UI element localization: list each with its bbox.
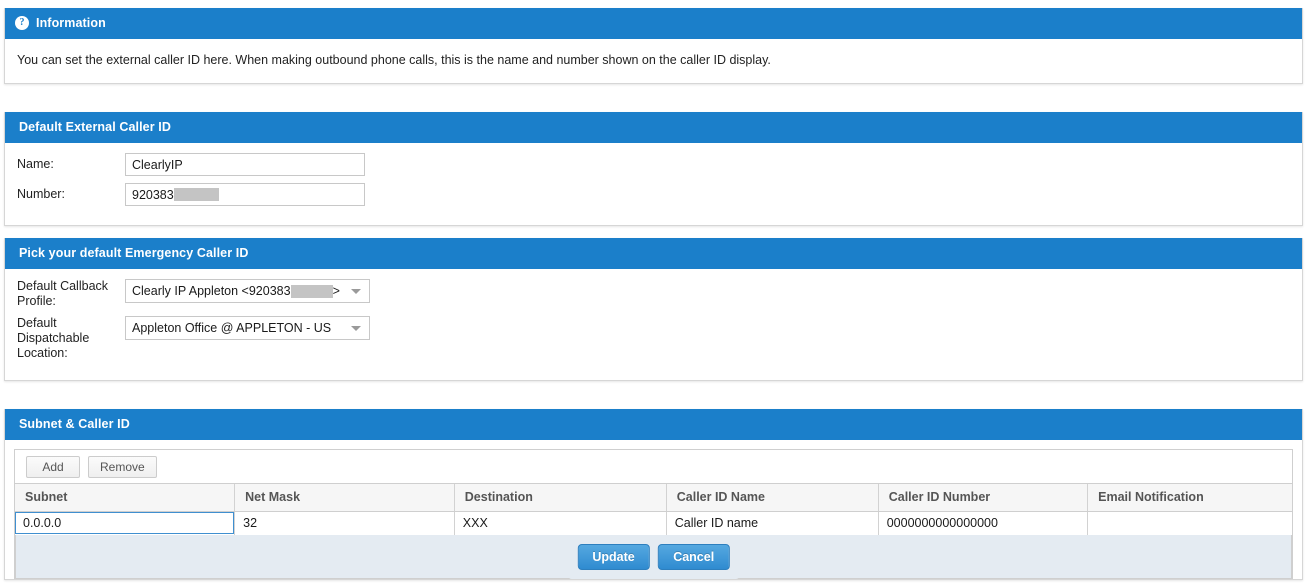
cell-net-mask <box>234 511 455 535</box>
default-external-caller-id-title: Default External Caller ID <box>19 120 171 135</box>
cell-subnet <box>15 511 236 535</box>
email-notification-input[interactable] <box>1088 512 1292 535</box>
number-label: Number: <box>17 187 65 201</box>
caller-id-number-input[interactable]: 920383 <box>125 183 365 206</box>
destination-input[interactable] <box>454 512 666 535</box>
row-caller-id-name-input[interactable] <box>666 512 878 535</box>
dispatchable-location-row: Default Dispatchable Location: Appleton … <box>17 316 1290 361</box>
add-button[interactable]: Add <box>26 455 80 478</box>
cell-email-notification <box>1087 511 1292 535</box>
dispatchable-location-select[interactable]: Appleton Office @ APPLETON - US <box>125 316 370 340</box>
column-header-destination: Destination <box>454 484 667 512</box>
subnet-table-wrapper: Add Remove Subnet Net Mask Destination C… <box>14 449 1293 579</box>
default-external-caller-id-header: Default External Caller ID <box>5 112 1302 143</box>
default-external-caller-id-panel: Default External Caller ID Name: Number:… <box>4 112 1303 226</box>
information-panel-body: You can set the external caller ID here.… <box>5 39 1302 83</box>
chevron-down-icon <box>351 288 361 294</box>
emergency-caller-id-body: Default Callback Profile: Clearly IP App… <box>5 269 1302 380</box>
column-header-email-notification: Email Notification <box>1087 484 1292 512</box>
cell-caller-id-name <box>666 511 879 535</box>
form-action-dock: Update Cancel <box>567 535 740 579</box>
subnet-caller-id-title: Subnet & Caller ID <box>19 417 130 432</box>
subnet-table-toolbar: Add Remove <box>15 450 1292 484</box>
question-mark-icon: ? <box>15 15 29 30</box>
caller-id-name-input[interactable] <box>125 153 365 176</box>
cell-caller-id-number <box>878 511 1089 535</box>
column-header-subnet: Subnet <box>15 484 236 512</box>
subnet-caller-id-body: Add Remove Subnet Net Mask Destination C… <box>5 440 1302 579</box>
number-row: Number: 920383 <box>17 183 1290 206</box>
callback-profile-value-suffix: > <box>332 284 340 298</box>
column-header-net-mask: Net Mask <box>234 484 455 512</box>
subnet-caller-id-header: Subnet & Caller ID <box>5 409 1302 440</box>
subnet-table-footer: Update Cancel <box>15 535 1292 579</box>
cell-destination <box>454 511 667 535</box>
table-row <box>15 511 1292 535</box>
default-external-caller-id-body: Name: Number: 920383 <box>5 143 1302 225</box>
redaction-block <box>290 284 333 298</box>
dispatchable-location-label: Default Dispatchable Location: <box>17 316 90 360</box>
emergency-caller-id-title: Pick your default Emergency Caller ID <box>19 246 249 261</box>
callback-profile-value-prefix: Clearly IP Appleton <920383 <box>132 284 291 298</box>
callback-profile-select[interactable]: Clearly IP Appleton <920383 > <box>125 279 370 303</box>
update-button[interactable]: Update <box>577 544 650 570</box>
caller-id-number-value: 920383 <box>132 187 174 202</box>
information-panel-title: Information <box>36 16 106 31</box>
subnet-caller-id-panel: Subnet & Caller ID Add Remove Subnet Net… <box>4 409 1303 580</box>
column-header-caller-id-name: Caller ID Name <box>666 484 879 512</box>
subnet-table: Subnet Net Mask Destination Caller ID Na… <box>15 484 1292 535</box>
cancel-button[interactable]: Cancel <box>657 544 730 570</box>
dispatchable-location-value: Appleton Office @ APPLETON - US <box>132 321 332 335</box>
row-caller-id-number-input[interactable] <box>878 512 1088 535</box>
emergency-caller-id-panel: Pick your default Emergency Caller ID De… <box>4 238 1303 381</box>
remove-button[interactable]: Remove <box>88 455 157 478</box>
information-panel: ? Information You can set the external ca… <box>4 8 1303 84</box>
subnet-input[interactable] <box>15 512 235 535</box>
column-header-caller-id-number: Caller ID Number <box>878 484 1089 512</box>
caller-id-settings-page: ? Information You can set the external ca… <box>0 0 1311 588</box>
information-panel-header: ? Information <box>5 8 1302 39</box>
callback-profile-row: Default Callback Profile: Clearly IP App… <box>17 279 1290 309</box>
redaction-block <box>173 188 219 201</box>
name-label: Name: <box>17 157 54 171</box>
net-mask-input[interactable] <box>235 512 454 535</box>
callback-profile-label: Default Callback Profile: <box>17 279 109 308</box>
name-row: Name: <box>17 153 1290 176</box>
subnet-table-header-row: Subnet Net Mask Destination Caller ID Na… <box>15 484 1292 512</box>
chevron-down-icon <box>351 325 361 331</box>
emergency-caller-id-header: Pick your default Emergency Caller ID <box>5 238 1302 269</box>
callback-profile-value: Clearly IP Appleton <920383 > <box>132 284 345 298</box>
information-text: You can set the external caller ID here.… <box>17 53 771 67</box>
